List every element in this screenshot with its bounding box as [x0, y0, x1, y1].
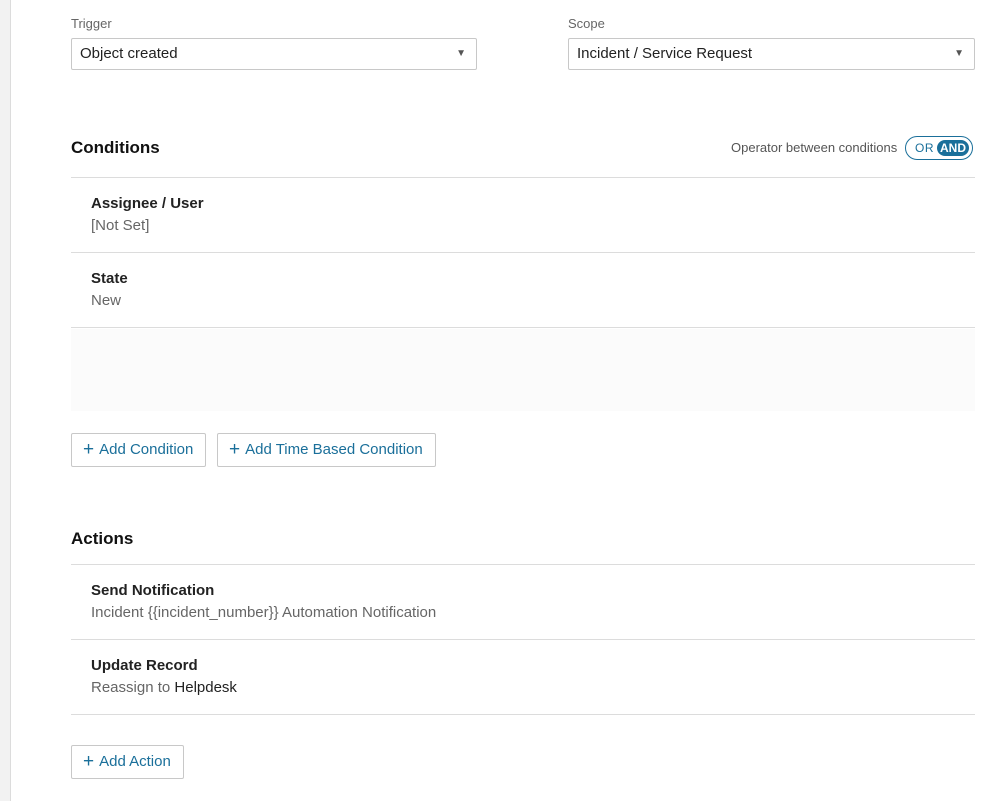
condition-title: State [91, 270, 128, 287]
action-value: Reassign to Helpdesk [91, 679, 237, 696]
operator-and-option[interactable]: AND [937, 140, 969, 156]
plus-icon: + [229, 439, 241, 460]
plus-icon: + [83, 751, 95, 772]
add-action-button[interactable]: + Add Action [71, 745, 184, 779]
actions-list: Send Notification Incident {{incident_nu… [71, 564, 975, 715]
scope-select[interactable]: Incident / Service Request ▼ [568, 38, 975, 70]
action-value-target: Helpdesk [174, 679, 237, 696]
conditions-list: Assignee / User [Not Set] State New [71, 177, 975, 328]
add-time-based-condition-button[interactable]: + Add Time Based Condition [217, 433, 436, 467]
caret-down-icon: ▼ [954, 48, 964, 59]
caret-down-icon: ▼ [456, 48, 466, 59]
operator-or-option[interactable]: OR [915, 141, 934, 155]
condition-row[interactable]: State New [71, 253, 975, 328]
operator-label: Operator between conditions [731, 140, 898, 155]
scope-label: Scope [568, 16, 605, 31]
plus-icon: + [83, 439, 95, 460]
add-condition-button[interactable]: + Add Condition [71, 433, 207, 467]
condition-title: Assignee / User [91, 195, 204, 212]
trigger-label: Trigger [71, 16, 112, 31]
action-row[interactable]: Update Record Reassign to Helpdesk [71, 640, 975, 715]
left-rail [0, 0, 11, 801]
add-action-label: Add Action [99, 753, 171, 770]
action-title: Send Notification [91, 582, 215, 599]
operator-toggle[interactable]: OR AND [905, 136, 973, 160]
condition-value: [Not Set] [91, 217, 150, 234]
add-time-condition-label: Add Time Based Condition [245, 441, 423, 458]
conditions-title: Conditions [71, 138, 160, 157]
action-title: Update Record [91, 657, 198, 674]
action-value-prefix: Reassign to [91, 679, 171, 696]
actions-title: Actions [71, 529, 134, 548]
trigger-value: Object created [80, 45, 178, 62]
conditions-drop-area [71, 329, 975, 411]
action-row[interactable]: Send Notification Incident {{incident_nu… [71, 565, 975, 640]
action-value: Incident {{incident_number}} Automation … [91, 604, 437, 621]
add-condition-label: Add Condition [99, 441, 194, 458]
trigger-select[interactable]: Object created ▼ [71, 38, 477, 70]
condition-row[interactable]: Assignee / User [Not Set] [71, 178, 975, 253]
scope-value: Incident / Service Request [577, 45, 753, 62]
condition-value: New [91, 292, 122, 309]
